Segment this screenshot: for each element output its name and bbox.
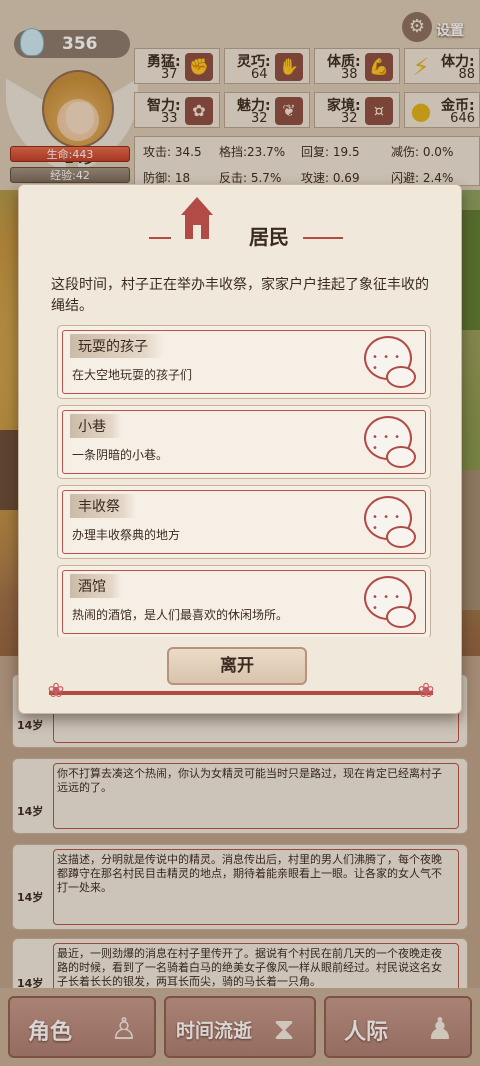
option-playing-children[interactable]: 玩耍的孩子 在大空地玩耍的孩子们 • • • • bbox=[57, 325, 431, 399]
leave-button[interactable]: 离开 bbox=[167, 647, 307, 685]
option-alley[interactable]: 小巷 一条阴暗的小巷。 • • • • bbox=[57, 405, 431, 479]
ornament-line bbox=[149, 237, 171, 239]
location-options[interactable]: 玩耍的孩子 在大空地玩耍的孩子们 • • • • 小巷 一条阴暗的小巷。 • •… bbox=[57, 325, 439, 637]
option-desc: 热闹的酒馆，是人们最喜欢的休闲场所。 bbox=[72, 608, 289, 622]
speech-bubble-icon: • • • • bbox=[364, 496, 418, 550]
speech-bubble-icon: • • • • bbox=[364, 576, 418, 630]
house-icon bbox=[173, 197, 219, 249]
dialog-description: 这段时间，村子正在举办丰收祭，家家户户挂起了象征丰收的绳结。 bbox=[51, 277, 429, 314]
option-desc: 办理丰收祭典的地方 bbox=[72, 528, 181, 542]
option-title: 酒馆 bbox=[70, 574, 122, 598]
option-title: 丰收祭 bbox=[70, 494, 136, 518]
option-title: 小巷 bbox=[70, 414, 122, 438]
dialog-title: 居民 bbox=[249, 225, 289, 249]
option-tavern[interactable]: 酒馆 热闹的酒馆，是人们最喜欢的休闲场所。 • • • • bbox=[57, 565, 431, 637]
residents-dialog: 居民 这段时间，村子正在举办丰收祭，家家户户挂起了象征丰收的绳结。 玩耍的孩子 … bbox=[18, 184, 462, 714]
flower-icon: ❀ bbox=[47, 678, 65, 702]
option-desc: 在大空地玩耍的孩子们 bbox=[72, 368, 193, 382]
option-desc: 一条阴暗的小巷。 bbox=[72, 448, 169, 462]
ornament-line bbox=[303, 237, 343, 239]
speech-bubble-icon: • • • • bbox=[364, 416, 418, 470]
option-harvest-festival[interactable]: 丰收祭 办理丰收祭典的地方 • • • • bbox=[57, 485, 431, 559]
option-title: 玩耍的孩子 bbox=[70, 334, 164, 358]
flower-icon: ❀ bbox=[417, 678, 435, 702]
ornament-footer-line bbox=[49, 691, 433, 695]
speech-bubble-icon: • • • • bbox=[364, 336, 418, 390]
